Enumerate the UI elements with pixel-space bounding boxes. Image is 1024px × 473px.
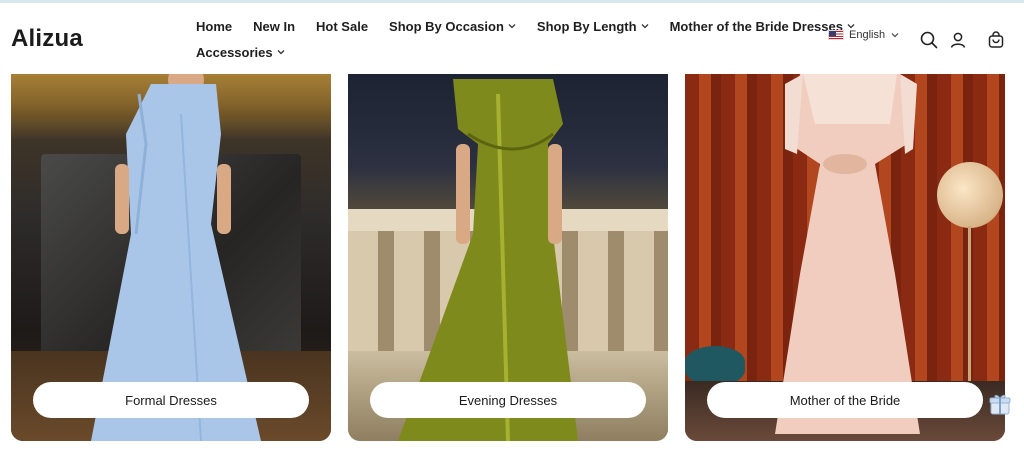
brand-logo[interactable]: Alizua — [11, 25, 83, 53]
site-header: Alizua Home New In Hot Sale Shop By Occa… — [0, 3, 1024, 74]
chevron-down-icon — [641, 24, 649, 29]
nav-row-1: Home New In Hot Sale Shop By Occasion Sh… — [196, 13, 855, 39]
search-button[interactable] — [919, 30, 939, 50]
chevron-down-icon — [277, 50, 285, 55]
card-label-evening-dresses[interactable]: Evening Dresses — [370, 382, 646, 418]
nav-label: Home — [196, 18, 233, 34]
language-label: English — [849, 29, 886, 41]
nav-label: New In — [253, 18, 296, 34]
cart-button[interactable] — [986, 30, 1006, 50]
cart-icon — [988, 31, 1004, 48]
nav-label: Shop By Length — [536, 18, 637, 34]
nav-hot-sale[interactable]: Hot Sale — [316, 19, 368, 34]
account-button[interactable] — [948, 30, 968, 50]
card-evening-dresses[interactable]: Evening Dresses — [348, 74, 668, 441]
chevron-down-icon — [508, 24, 516, 29]
nav-label: Mother of the Bride Dresses — [669, 18, 843, 34]
nav-home[interactable]: Home — [196, 19, 232, 34]
main-nav: Home New In Hot Sale Shop By Occasion Sh… — [196, 13, 855, 65]
chevron-down-icon — [891, 33, 899, 38]
nav-accessories[interactable]: Accessories — [196, 45, 285, 60]
card-formal-dresses[interactable]: Formal Dresses — [11, 74, 331, 441]
account-icon — [950, 32, 966, 48]
us-flag-icon — [828, 30, 844, 40]
nav-label: Hot Sale — [316, 18, 369, 34]
nav-label: Shop By Occasion — [389, 18, 504, 34]
card-mother-of-the-bride[interactable]: Mother of the Bride — [685, 74, 1005, 441]
card-label-mother-of-the-bride[interactable]: Mother of the Bride — [707, 382, 983, 418]
nav-new-in[interactable]: New In — [253, 19, 295, 34]
nav-row-2: Accessories — [196, 39, 796, 65]
search-icon — [920, 31, 938, 49]
card-label-formal-dresses[interactable]: Formal Dresses — [33, 382, 309, 418]
nav-shop-by-occasion[interactable]: Shop By Occasion — [389, 19, 516, 34]
gift-icon[interactable] — [987, 391, 1013, 417]
nav-label: Accessories — [196, 44, 273, 60]
language-selector[interactable]: English — [828, 29, 899, 41]
nav-shop-by-length[interactable]: Shop By Length — [537, 19, 649, 34]
